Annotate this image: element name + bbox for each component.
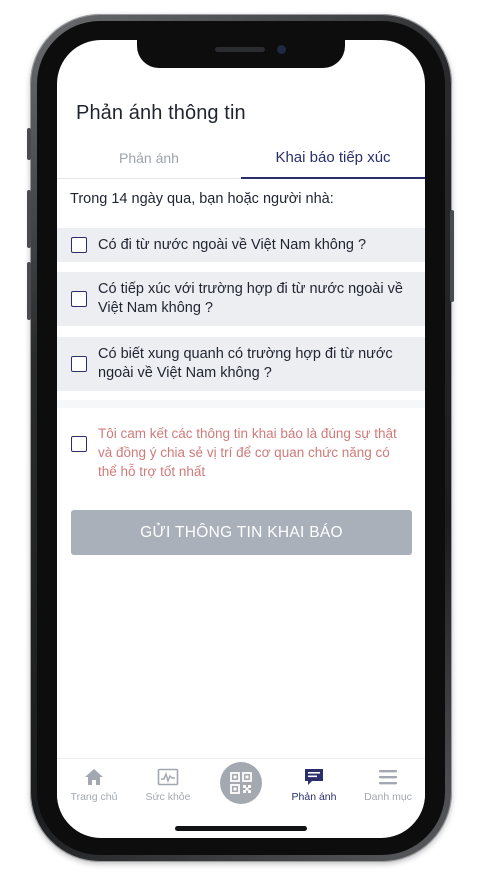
mute-switch [27,128,31,160]
tab-phan-anh[interactable]: Phản ánh [57,142,241,178]
health-chart-icon [157,768,179,786]
nav-item-health[interactable]: Sức khỏe [131,759,205,819]
nav-label: Sức khỏe [145,791,191,803]
question-2-text: Có tiếp xúc với trường hợp đi từ nước ng… [98,281,403,316]
question-1-text: Có đi từ nước ngoài về Việt Nam không ? [98,236,367,253]
nav-item-catalog[interactable]: Danh mục [351,759,425,819]
question-row-1: Có đi từ nước ngoài về Việt Nam không ? [57,228,425,262]
question-row-2: Có tiếp xúc với trường hợp đi từ nước ng… [57,272,425,326]
speaker-grille [215,47,265,52]
menu-icon [379,770,397,785]
app-screen: Phản ánh thông tin Phản ánh Khai báo tiế… [57,40,425,838]
home-indicator[interactable] [175,826,307,831]
commitment-text: Tôi cam kết các thông tin khai báo là đú… [98,426,397,479]
tab-bar: Phản ánh Khai báo tiếp xúc [57,142,425,179]
phone-notch [137,40,345,68]
tab-label: Khai báo tiếp xúc [275,149,391,166]
submit-declaration-button[interactable]: GỬI THÔNG TIN KHAI BÁO [71,510,412,555]
question-1-checkbox[interactable] [71,237,87,253]
question-3-text: Có biết xung quanh có trường hợp đi từ n… [98,346,393,381]
nav-label: Phản ánh [291,791,337,803]
tab-label: Phản ánh [119,150,179,166]
feedback-icon [305,769,323,785]
front-camera [277,45,286,54]
form-intro: Trong 14 ngày qua, bạn hoặc người nhà: [70,191,334,207]
nav-label: Danh mục [364,791,412,803]
nav-item-home[interactable]: Trang chủ [57,759,131,819]
qr-scan-button[interactable] [220,762,262,804]
home-icon [85,769,103,785]
nav-label: Trang chủ [70,791,118,803]
commitment-checkbox[interactable] [71,436,87,452]
power-button [450,210,454,302]
page-title: Phản ánh thông tin [76,102,246,124]
question-3-checkbox[interactable] [71,356,87,372]
volume-up-button [27,190,31,248]
active-tab-indicator [241,177,425,179]
question-row-3: Có biết xung quanh có trường hợp đi từ n… [57,337,425,391]
commitment-row: Tôi cam kết các thông tin khai báo là đú… [57,424,425,481]
question-2-checkbox[interactable] [71,291,87,307]
section-divider [57,400,425,408]
volume-down-button [27,262,31,320]
nav-item-feedback[interactable]: Phản ánh [277,759,351,819]
tab-khai-bao-tiep-xuc[interactable]: Khai báo tiếp xúc [241,142,425,179]
qr-code-icon [230,772,252,794]
